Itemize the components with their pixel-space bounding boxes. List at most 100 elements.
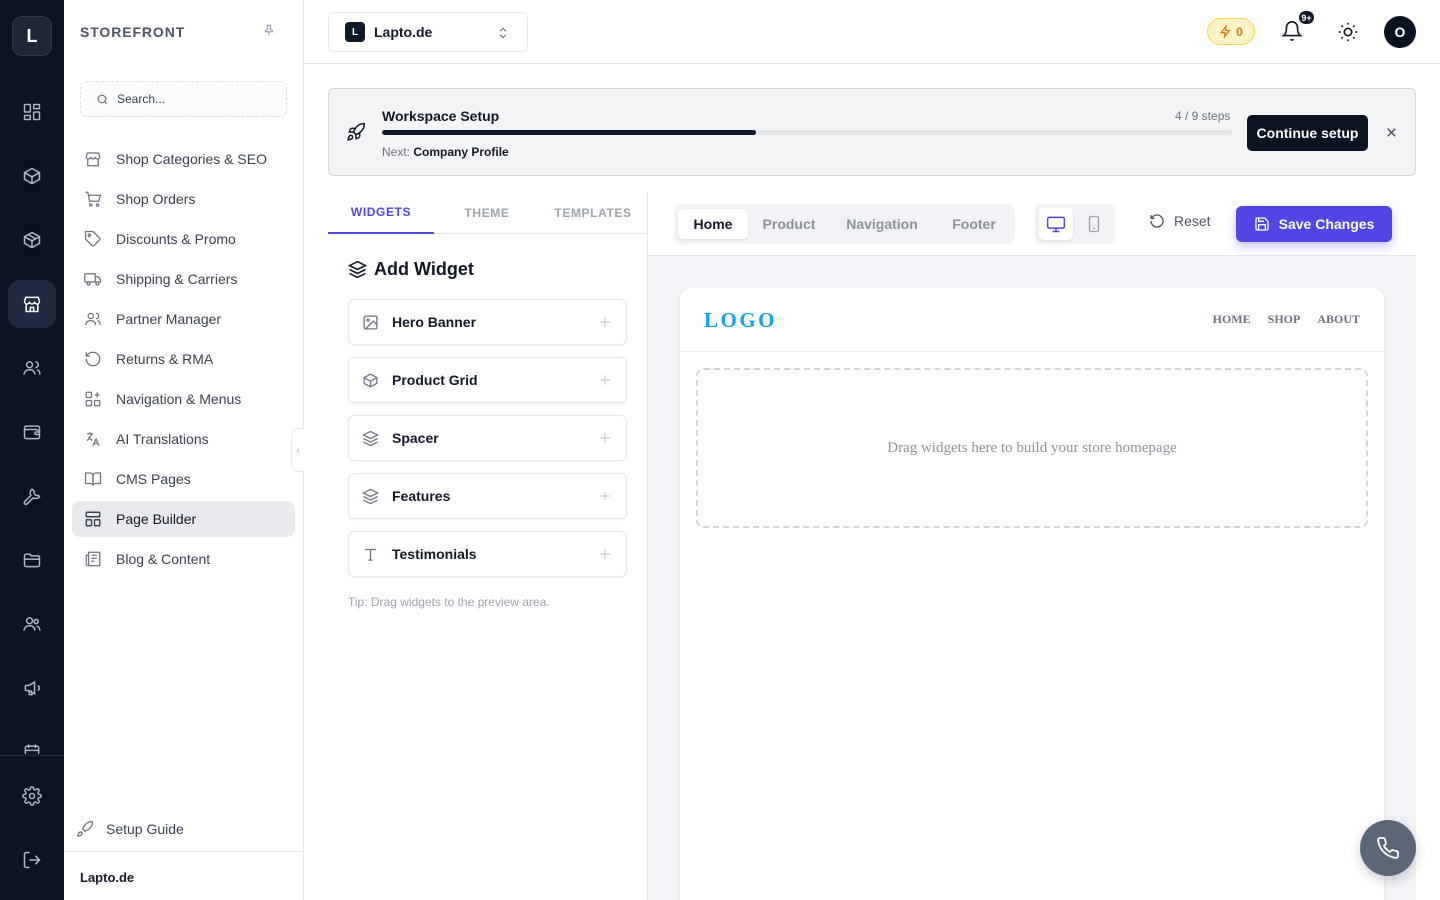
sidebar-item-blog-content[interactable]: Blog & Content [72, 541, 295, 577]
layers-icon [348, 260, 367, 279]
rail-megaphone-icon[interactable] [8, 664, 56, 712]
credits-count: 0 [1236, 24, 1243, 39]
tab-navigation[interactable]: Navigation [830, 209, 934, 239]
sidebar-search[interactable] [80, 81, 287, 117]
chevron-up-down-icon [499, 27, 507, 39]
setup-next-label: Next: [382, 145, 411, 159]
preview-nav-home: HOME [1212, 312, 1251, 326]
page-tabs: Home Product Navigation Footer [674, 204, 1015, 244]
rail-team-icon[interactable] [8, 600, 56, 648]
layers-icon [362, 430, 379, 447]
store-selector[interactable]: L Lapto.de [328, 12, 528, 52]
workspace-setup-banner: Workspace Setup 4 / 9 steps Next: Compan… [328, 88, 1416, 176]
sidebar-title: STOREFRONT [80, 24, 186, 40]
tab-product[interactable]: Product [752, 209, 826, 239]
top-bar: L Lapto.de 0 9+ O [304, 0, 1440, 64]
pin-icon[interactable] [262, 23, 276, 37]
sidebar-item-ai-translations[interactable]: AI Translations [72, 421, 295, 457]
tab-templates[interactable]: TEMPLATES [540, 192, 646, 234]
sidebar-item-label: Blog & Content [116, 551, 211, 567]
mobile-icon[interactable] [1077, 208, 1111, 240]
rail-logout-icon[interactable] [8, 836, 56, 884]
close-icon[interactable] [1384, 125, 1399, 140]
tab-widgets[interactable]: WIDGETS [328, 192, 434, 234]
widget-label: Features [392, 488, 451, 504]
widget-hero-banner[interactable]: Hero Banner [348, 299, 627, 345]
widget-features[interactable]: Features [348, 473, 627, 519]
user-avatar[interactable]: O [1384, 16, 1416, 48]
sidebar-collapse-toggle[interactable]: ‹ [291, 428, 304, 472]
sidebar-item-navigation-menus[interactable]: Navigation & Menus [72, 381, 295, 417]
sidebar-footer-store: Lapto.de [64, 851, 303, 900]
tab-footer[interactable]: Footer [938, 209, 1010, 239]
translate-icon [84, 430, 102, 448]
phone-icon[interactable] [1360, 820, 1416, 876]
credits-badge[interactable]: 0 [1207, 18, 1255, 45]
rail-folder-icon[interactable] [8, 536, 56, 584]
plus-icon[interactable] [598, 547, 612, 561]
sidebar-item-shop-orders[interactable]: Shop Orders [72, 181, 295, 217]
app-rail: L [0, 0, 64, 900]
setup-guide-link[interactable]: Setup Guide [76, 820, 184, 838]
layers-icon [362, 488, 379, 505]
rail-settings-icon[interactable] [8, 772, 56, 820]
sidebar-item-discounts[interactable]: Discounts & Promo [72, 221, 295, 257]
widget-testimonials[interactable]: Testimonials [348, 531, 627, 577]
sidebar-item-shop-categories[interactable]: Shop Categories & SEO [72, 141, 295, 177]
sidebar-item-label: CMS Pages [116, 471, 191, 487]
reset-button[interactable]: Reset [1149, 213, 1211, 229]
setup-progress-bar [382, 130, 1232, 135]
rail-package-icon[interactable] [8, 216, 56, 264]
widget-dropzone[interactable]: Drag widgets here to build your store ho… [696, 368, 1368, 528]
reset-label: Reset [1174, 213, 1211, 229]
rail-wrench-icon[interactable] [8, 472, 56, 520]
setup-next-step: Next: Company Profile [382, 145, 509, 159]
setup-guide-label: Setup Guide [106, 821, 184, 837]
sidebar-item-label: Shop Orders [116, 191, 196, 207]
widget-spacer[interactable]: Spacer [348, 415, 627, 461]
cart-icon [84, 190, 102, 208]
widget-product-grid[interactable]: Product Grid [348, 357, 627, 403]
truck-icon [84, 270, 102, 288]
sidebar-item-partner-manager[interactable]: Partner Manager [72, 301, 295, 337]
sidebar-search-input[interactable] [117, 92, 277, 106]
plus-icon[interactable] [598, 373, 612, 387]
users-icon [84, 310, 102, 328]
tab-theme[interactable]: THEME [434, 192, 540, 234]
plus-icon[interactable] [598, 315, 612, 329]
book-icon [84, 470, 102, 488]
sidebar-item-label: Returns & RMA [116, 351, 214, 367]
storefront-sidebar: STOREFRONT Shop Categories & SEO Shop Or… [64, 0, 304, 900]
continue-setup-button[interactable]: Continue setup [1247, 115, 1368, 151]
sidebar-item-cms-pages[interactable]: CMS Pages [72, 461, 295, 497]
rail-calendar-icon[interactable] [8, 728, 56, 754]
plus-icon[interactable] [598, 489, 612, 503]
desktop-icon[interactable] [1039, 208, 1073, 240]
rail-dashboard-icon[interactable] [8, 88, 56, 136]
sidebar-item-label: Navigation & Menus [116, 391, 242, 407]
tab-home[interactable]: Home [678, 209, 748, 239]
preview-nav: HOME SHOP ABOUT [1213, 312, 1360, 327]
rotate-icon [84, 350, 102, 368]
drag-tip: Tip: Drag widgets to the preview area. [348, 595, 550, 609]
box-icon [362, 372, 379, 389]
rail-divider [0, 755, 64, 756]
rail-store-icon[interactable] [8, 280, 56, 328]
rail-users-icon[interactable] [8, 344, 56, 392]
app-logo[interactable]: L [12, 16, 52, 56]
setup-steps-count: 4 / 9 steps [1175, 109, 1231, 123]
store-badge: L [345, 22, 365, 42]
preview-logo: LOGO [704, 308, 778, 332]
save-changes-button[interactable]: Save Changes [1236, 206, 1392, 242]
preview-canvas: LOGO HOME SHOP ABOUT Drag widgets here t… [648, 256, 1416, 900]
sidebar-item-shipping[interactable]: Shipping & Carriers [72, 261, 295, 297]
sidebar-item-page-builder[interactable]: Page Builder [72, 501, 295, 537]
rail-box-icon[interactable] [8, 152, 56, 200]
add-widget-heading: Add Widget [348, 259, 474, 280]
sun-icon[interactable] [1337, 21, 1359, 43]
search-icon [97, 94, 108, 104]
rail-wallet-icon[interactable] [8, 408, 56, 456]
sidebar-item-returns[interactable]: Returns & RMA [72, 341, 295, 377]
layout-icon [84, 510, 102, 528]
plus-icon[interactable] [598, 431, 612, 445]
